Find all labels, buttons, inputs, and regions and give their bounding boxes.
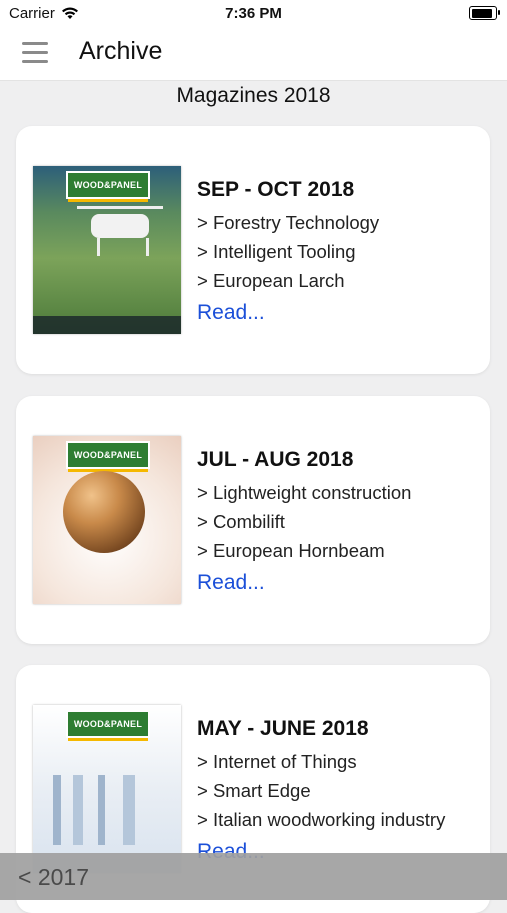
battery-level	[471, 8, 492, 18]
issue-topic: > Smart Edge	[197, 780, 311, 801]
issue-topic: > Forestry Technology	[197, 212, 380, 233]
status-time: 7:36 PM	[225, 5, 282, 22]
issue-topic: > Lightweight construction	[197, 482, 412, 503]
magazine-cover-image[interactable]: WOOD&PANEL	[33, 166, 181, 334]
section-title: Magazines 2018	[176, 84, 331, 107]
cover-logo: WOOD&PANEL	[66, 710, 150, 741]
magazine-cover-image[interactable]: WOOD&PANEL	[33, 436, 181, 604]
nav-bar: Archive	[0, 28, 507, 81]
issue-title: MAY - JUNE 2018	[197, 717, 369, 740]
issue-topic: > European Hornbeam	[197, 540, 385, 561]
issue-topic: > Italian woodworking industry	[197, 809, 446, 830]
issue-title: SEP - OCT 2018	[197, 178, 355, 201]
issue-card[interactable]: WOOD&PANEL SEP - OCT 2018 > Forestry Tec…	[16, 126, 490, 374]
cover-logo: WOOD&PANEL	[66, 171, 150, 202]
issue-card[interactable]: WOOD&PANEL JUL - AUG 2018 > Lightweight …	[16, 396, 490, 644]
issue-topic: > European Larch	[197, 270, 345, 291]
previous-year-button[interactable]: < 2017	[18, 864, 89, 891]
issue-topic: > Internet of Things	[197, 751, 357, 772]
read-link[interactable]: Read...	[197, 571, 265, 595]
hamburger-menu-icon[interactable]	[22, 42, 48, 64]
bottom-bar: < 2017	[0, 853, 507, 900]
status-bar: Carrier 7:36 PM	[0, 0, 507, 28]
cover-logo: WOOD&PANEL	[66, 441, 150, 472]
read-link[interactable]: Read...	[197, 301, 265, 325]
page-title: Archive	[79, 37, 163, 65]
issue-title: JUL - AUG 2018	[197, 448, 354, 471]
issue-topic: > Combilift	[197, 511, 285, 532]
battery-icon	[469, 6, 500, 20]
issue-topic: > Intelligent Tooling	[197, 241, 356, 262]
magazine-cover-image[interactable]: WOOD&PANEL	[33, 705, 181, 873]
